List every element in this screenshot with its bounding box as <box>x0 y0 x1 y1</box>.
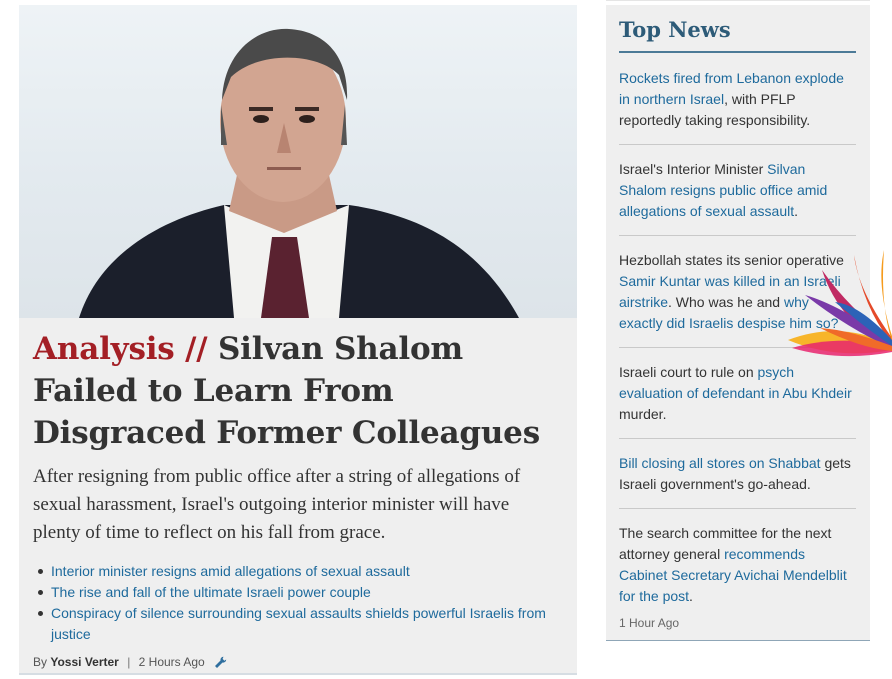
news-text: Israeli court to rule on <box>619 364 758 380</box>
headline[interactable]: Analysis // Silvan Shalom Failed to Lear… <box>33 328 568 454</box>
story-summary: After resigning from public office after… <box>33 466 521 543</box>
publish-time: 2 Hours Ago <box>138 655 205 669</box>
analysis-kicker[interactable]: Analysis // <box>33 331 208 367</box>
byline-prefix: By <box>33 655 48 669</box>
card-divider <box>19 673 577 675</box>
news-text: murder. <box>619 406 667 422</box>
news-text: . <box>794 203 798 219</box>
related-link-conspiracy[interactable]: Conspiracy of silence surrounding sexual… <box>51 605 546 642</box>
news-text: . <box>689 588 693 604</box>
divider <box>619 144 856 145</box>
divider <box>619 508 856 509</box>
news-text: Israel's Interior Minister <box>619 161 768 177</box>
list-item: Interior minister resigns amid allegatio… <box>33 561 563 582</box>
news-item-khdeir: Israeli court to rule on psych evaluatio… <box>619 362 856 425</box>
byline: By Yossi Verter | 2 Hours Ago <box>33 655 227 672</box>
news-link[interactable]: Bill closing all stores on Shabbat <box>619 455 821 471</box>
related-link-power-couple[interactable]: The rise and fall of the ultimate Israel… <box>51 584 371 600</box>
byline-separator: | <box>127 655 131 669</box>
related-links: Interior minister resigns amid allegatio… <box>33 561 563 645</box>
news-text: . Who was he and <box>668 294 784 310</box>
divider <box>619 438 856 439</box>
list-item: Conspiracy of silence surrounding sexual… <box>33 603 563 645</box>
sidebar-title-divider <box>619 51 856 53</box>
sidebar-divider <box>606 640 870 641</box>
hero-photo[interactable] <box>19 5 577 318</box>
sidebar-timestamp: 1 Hour Ago <box>619 616 680 630</box>
author-name[interactable]: Yossi Verter <box>50 655 118 669</box>
sidebar-top-divider <box>606 0 870 1</box>
sidebar-title: Top News <box>619 17 731 42</box>
wrench-icon[interactable] <box>214 656 227 672</box>
divider <box>619 235 856 236</box>
main-story-card: Analysis // Silvan Shalom Failed to Lear… <box>19 5 577 675</box>
news-item-shalom: Israel's Interior Minister Silvan Shalom… <box>619 159 856 222</box>
news-item-shabbat: Bill closing all stores on Shabbat gets … <box>619 453 856 495</box>
news-item-rockets: Rockets fired from Lebanon explode in no… <box>619 68 856 131</box>
news-item-attorney-general: The search committee for the next attorn… <box>619 523 856 607</box>
list-item: The rise and fall of the ultimate Israel… <box>33 582 563 603</box>
portrait-illustration <box>79 28 519 318</box>
flower-decoration <box>780 250 892 365</box>
related-link-resigns[interactable]: Interior minister resigns amid allegatio… <box>51 563 410 579</box>
